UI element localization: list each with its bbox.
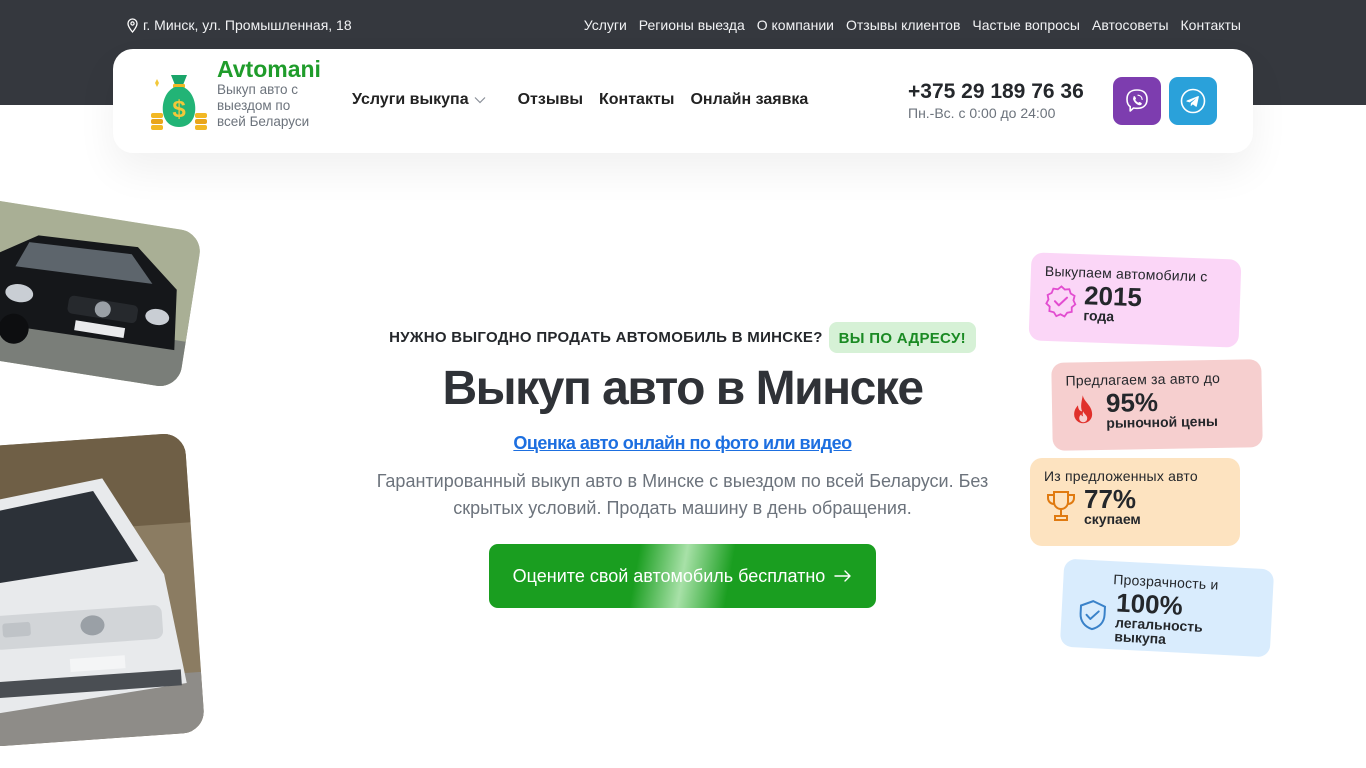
check-badge-icon [1045, 285, 1077, 318]
main-header: $ Avtomani Выкуп авто с выездом по всей … [113, 49, 1253, 153]
address-text: г. Минск, ул. Промышленная, 18 [143, 17, 352, 33]
viber-icon [1126, 89, 1148, 112]
white-van-image [0, 432, 206, 748]
telegram-button[interactable] [1169, 77, 1217, 125]
stat-card-legal: Прозрачность и 100% легальность выкупа [1059, 558, 1275, 658]
nav-item-services[interactable]: Услуги выкупа [352, 91, 486, 109]
svg-text:$: $ [172, 96, 186, 123]
stat-value: 2015 [1083, 280, 1143, 313]
nav-item-online-request[interactable]: Онлайн заявка [690, 91, 808, 109]
top-links: Услуги Регионы выезда О компании Отзывы … [584, 17, 1241, 33]
top-link-services[interactable]: Услуги [584, 17, 627, 33]
arrow-right-icon [834, 570, 852, 582]
shield-check-icon [1079, 600, 1107, 631]
stat-title: Из предложенных авто [1044, 468, 1198, 484]
stat-card-buy-rate: Из предложенных авто 77% скупаем [1030, 458, 1240, 546]
stat-unit: года [1083, 307, 1115, 325]
stat-title: Предлагаем за авто до [1065, 369, 1221, 389]
cta-label: Оцените свой автомобиль бесплатно [512, 565, 826, 586]
nav-label-services: Услуги выкупа [352, 91, 469, 108]
flame-icon [1074, 395, 1093, 424]
brand-name: Avtomani [217, 56, 321, 82]
viber-button[interactable] [1113, 77, 1161, 125]
hero-tagline: НУЖНО ВЫГОДНО ПРОДАТЬ АВТОМОБИЛЬ В МИНСК… [330, 322, 1035, 353]
phone-number[interactable]: +375 29 189 76 36 [908, 80, 1084, 104]
black-suv-image [0, 196, 203, 390]
stat-card-price: Предлагаем за авто до 95% рыночной цены [1051, 359, 1263, 451]
brand[interactable]: Avtomani Выкуп авто с выездом по всей Бе… [217, 57, 337, 130]
location-pin-icon [127, 17, 138, 33]
top-link-faq[interactable]: Частые вопросы [972, 17, 1080, 33]
top-link-autotips[interactable]: Автосоветы [1092, 17, 1169, 33]
evaluate-car-button[interactable]: Оцените свой автомобиль бесплатно [488, 544, 877, 608]
telegram-icon [1180, 88, 1206, 114]
nav-item-contacts[interactable]: Контакты [599, 91, 674, 109]
hero-tagline-text: НУЖНО ВЫГОДНО ПРОДАТЬ АВТОМОБИЛЬ В МИНСК… [389, 329, 823, 346]
topbar: г. Минск, ул. Промышленная, 18 Услуги Ре… [126, 16, 1241, 34]
hero: НУЖНО ВЫГОДНО ПРОДАТЬ АВТОМОБИЛЬ В МИНСК… [330, 322, 1035, 608]
stat-unit: рыночной цены [1106, 412, 1219, 431]
chevron-down-icon [474, 97, 486, 104]
phone-block: +375 29 189 76 36 Пн.-Вс. с 0:00 до 24:0… [908, 80, 1084, 121]
money-bag-logo-icon[interactable]: $ [149, 69, 209, 131]
hero-tag-badge: ВЫ ПО АДРЕСУ! [828, 322, 976, 353]
top-link-about[interactable]: О компании [757, 17, 834, 33]
nav-item-reviews[interactable]: Отзывы [518, 91, 583, 109]
stat-value: 95% [1105, 386, 1159, 418]
top-link-contacts[interactable]: Контакты [1181, 17, 1241, 33]
brand-subtitle: Выкуп авто с выездом по всей Беларуси [217, 82, 310, 129]
stat-unit: скупаем [1084, 511, 1141, 527]
top-link-reviews[interactable]: Отзывы клиентов [846, 17, 960, 33]
main-nav: Услуги выкупа Отзывы Контакты Онлайн зая… [352, 91, 824, 109]
working-hours: Пн.-Вс. с 0:00 до 24:00 [908, 105, 1056, 121]
online-evaluation-link[interactable]: Оценка авто онлайн по фото или видео [513, 433, 852, 454]
stat-card-since: Выкупаем автомобили с 2015 года [1028, 252, 1242, 348]
top-link-regions[interactable]: Регионы выезда [639, 17, 745, 33]
stat-value: 77% [1084, 484, 1137, 514]
address[interactable]: г. Минск, ул. Промышленная, 18 [126, 17, 352, 33]
hero-description: Гарантированный выкуп авто в Минске с вы… [376, 471, 989, 518]
page-title: Выкуп авто в Минске [442, 362, 924, 415]
trophy-icon [1047, 491, 1075, 521]
stat-unit: легальность выкупа [1114, 614, 1204, 647]
